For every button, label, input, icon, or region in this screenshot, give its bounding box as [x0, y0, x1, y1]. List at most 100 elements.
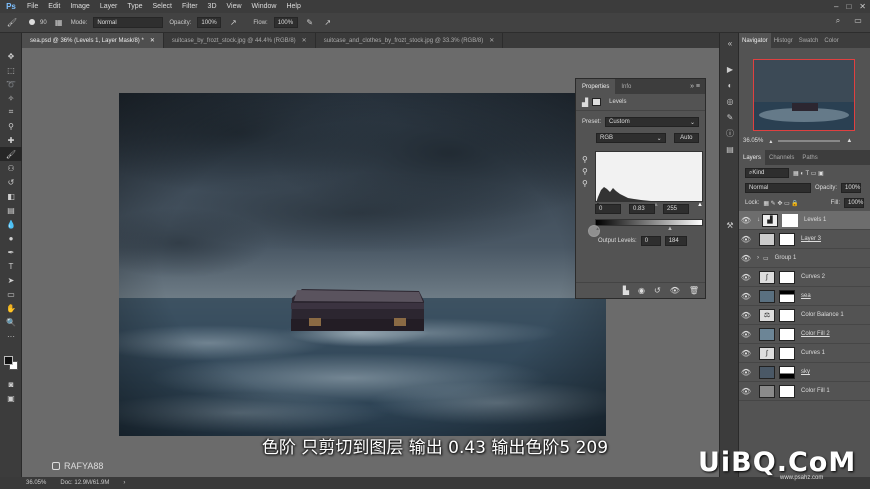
layer-row-color-fill-1[interactable]: 👁 Color Fill 1	[739, 382, 870, 401]
delete-icon[interactable]: 🗑	[689, 286, 699, 295]
view-previous-icon[interactable]: ◉	[638, 286, 645, 295]
airbrush-icon[interactable]: ✎	[304, 18, 316, 27]
layer-row-curves-2[interactable]: 👁 ∫ Curves 2	[739, 268, 870, 287]
tab-properties[interactable]: Properties	[576, 79, 616, 94]
output-white-handle[interactable]: ▲	[667, 226, 673, 232]
layer-row-sky[interactable]: 👁 sky	[739, 363, 870, 382]
menu-filter[interactable]: Filter	[177, 3, 203, 10]
tab-suitcase-clothes[interactable]: suitcase_and_clothes_by_frozt_stock.jpg …	[315, 33, 504, 48]
tools-preset-icon[interactable]: ⚒	[720, 217, 740, 233]
document-canvas[interactable]	[119, 93, 606, 436]
brush-tool-icon[interactable]: 🖌	[0, 147, 22, 161]
tab-paths[interactable]: Paths	[798, 150, 821, 165]
layer-row-color-balance-1[interactable]: 👁 ⚖ Color Balance 1	[739, 306, 870, 325]
navigator-preview[interactable]	[753, 59, 855, 131]
output-white-field[interactable]: 184	[664, 236, 687, 246]
filter-icons[interactable]: ▦ ◐ T ▭ ▣	[793, 170, 824, 177]
close-tab-icon[interactable]: ✕	[489, 37, 494, 44]
type-tool-icon[interactable]: T	[0, 259, 22, 273]
eye-icon[interactable]: 👁	[739, 235, 753, 244]
brush-tool-icon[interactable]: 🖌	[6, 18, 18, 27]
panel-menu-icon[interactable]: » ≡	[690, 83, 700, 90]
dodge-tool-icon[interactable]: ●	[0, 231, 22, 245]
gradient-tool-icon[interactable]: ▤	[0, 203, 22, 217]
close-tab-icon[interactable]: ✕	[302, 37, 307, 44]
search-icon[interactable]: ⌕	[832, 16, 844, 26]
layer-row-layer-3[interactable]: 👁 Layer 3	[739, 230, 870, 249]
tab-layers[interactable]: Layers	[739, 150, 766, 165]
maximize-icon[interactable]: □	[846, 0, 851, 13]
tab-info[interactable]: Info	[615, 79, 637, 94]
zoom-out-icon[interactable]: ▴	[769, 138, 772, 145]
layer-kind-select[interactable]: ⌕ Kind	[745, 168, 789, 178]
eye-icon[interactable]: 👁	[739, 387, 753, 396]
tab-histogram[interactable]: Histogr	[771, 33, 796, 48]
channel-select[interactable]: RGB ⌄	[596, 133, 666, 143]
adjust-panel-icon[interactable]: ◐	[720, 77, 740, 93]
eraser-tool-icon[interactable]: ◧	[0, 189, 22, 203]
layer-fill-field[interactable]: 100%	[844, 198, 864, 208]
info-panel-icon[interactable]: ⓘ	[720, 125, 740, 141]
healing-tool-icon[interactable]: ✚	[0, 133, 22, 147]
layer-mask-thumb[interactable]	[782, 213, 798, 227]
input-mid-field[interactable]: 0.83	[629, 204, 655, 214]
clip-to-layer-icon[interactable]: ▙	[623, 286, 629, 295]
menu-type[interactable]: Type	[122, 3, 147, 10]
more-tools-icon[interactable]: ···	[0, 329, 22, 343]
layer-row-sea[interactable]: 👁 sea	[739, 287, 870, 306]
eye-icon[interactable]: 👁	[739, 273, 753, 282]
pen-tool-icon[interactable]: ✒	[0, 245, 22, 259]
menu-select[interactable]: Select	[148, 3, 177, 10]
menu-image[interactable]: Image	[65, 3, 94, 10]
layer-mask-thumb[interactable]	[779, 308, 795, 322]
layer-mask-thumb[interactable]	[779, 270, 795, 284]
eye-icon[interactable]: 👁	[739, 292, 753, 301]
close-tab-icon[interactable]: ✕	[150, 37, 155, 44]
pressure-size-icon[interactable]: ↗	[322, 18, 334, 27]
stamp-tool-icon[interactable]: ⚇	[0, 161, 22, 175]
tab-color[interactable]: Color	[821, 33, 841, 48]
crop-tool-icon[interactable]: ⌗	[0, 105, 22, 119]
layer-mask-thumb[interactable]	[779, 289, 795, 303]
chevron-right-icon[interactable]: ›	[757, 255, 759, 261]
menu-help[interactable]: Help	[281, 3, 305, 10]
menu-3d[interactable]: 3D	[203, 3, 222, 10]
tab-swatches[interactable]: Swatch	[796, 33, 822, 48]
chevron-right-icon[interactable]: ›	[123, 480, 125, 486]
eye-icon[interactable]: 👁	[739, 349, 753, 358]
status-zoom[interactable]: 36.05%	[26, 480, 46, 486]
color-panel-icon[interactable]: ◎	[720, 93, 740, 109]
input-black-field[interactable]: 0	[595, 204, 621, 214]
layer-mask-icon[interactable]	[592, 98, 602, 106]
lock-icons[interactable]: ▦ ✎ ✥ ▭ 🔒	[763, 200, 799, 207]
brush-preset-picker[interactable]	[24, 18, 40, 27]
quick-select-tool-icon[interactable]: ✧	[0, 91, 22, 105]
brush-settings-icon[interactable]: ✎	[720, 109, 740, 125]
history-panel-icon[interactable]: ▶	[720, 61, 740, 77]
eyedropper-gray-icon[interactable]: ⚲	[582, 167, 588, 176]
path-select-tool-icon[interactable]: ➤	[0, 273, 22, 287]
layer-mask-thumb[interactable]	[779, 232, 795, 246]
menu-window[interactable]: Window	[247, 3, 282, 10]
eyedropper-tool-icon[interactable]: ⚲	[0, 119, 22, 133]
opacity-field[interactable]: 100%	[197, 17, 222, 28]
zoom-slider[interactable]	[778, 140, 841, 142]
tab-channels[interactable]: Channels	[765, 150, 798, 165]
eye-icon[interactable]: 👁	[739, 368, 753, 377]
eye-icon[interactable]: 👁	[739, 254, 753, 263]
properties-panel-icon[interactable]: ▤	[720, 141, 740, 157]
output-slider-track[interactable]: ▲ ▲	[595, 226, 703, 232]
blend-mode-select[interactable]: Normal	[745, 183, 811, 193]
layer-mask-thumb[interactable]	[779, 346, 795, 360]
pressure-opacity-icon[interactable]: ↗	[227, 18, 239, 27]
quick-mask-icon[interactable]: ◙	[0, 377, 22, 391]
flow-field[interactable]: 100%	[273, 17, 298, 28]
auto-button[interactable]: Auto	[673, 133, 699, 143]
visibility-icon[interactable]: 👁	[670, 286, 680, 295]
tab-suitcase[interactable]: suitcase_by_frozt_stock.jpg @ 44.4% (RGB…	[163, 33, 316, 48]
foreground-color-swatch[interactable]	[4, 356, 13, 365]
output-black-field[interactable]: 0	[640, 236, 661, 246]
tab-navigator[interactable]: Navigator	[739, 33, 771, 48]
zoom-in-icon[interactable]: ▲	[846, 138, 852, 144]
brush-panel-icon[interactable]: ▦	[53, 18, 65, 27]
